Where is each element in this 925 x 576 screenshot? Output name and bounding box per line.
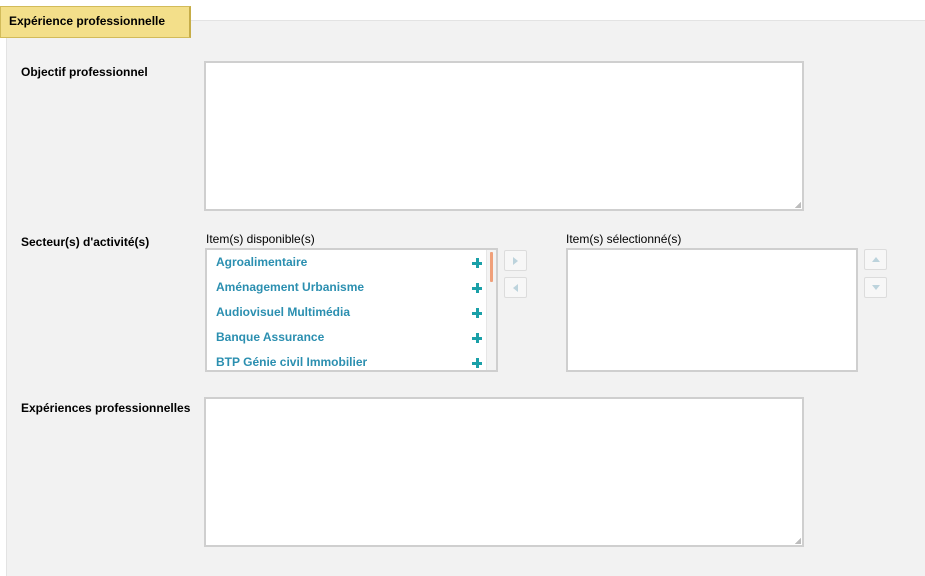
- move-right-button[interactable]: [504, 250, 527, 271]
- plus-icon[interactable]: [472, 333, 482, 343]
- sectors-label: Secteur(s) d'activité(s): [21, 235, 150, 249]
- experiences-label: Expériences professionnelles: [21, 401, 191, 415]
- arrow-down-icon: [872, 285, 880, 290]
- selected-items-list[interactable]: [566, 248, 858, 372]
- list-item-label: Banque Assurance: [216, 330, 325, 344]
- list-item[interactable]: Audiovisuel Multimédia: [207, 300, 496, 325]
- list-item[interactable]: Aménagement Urbanisme: [207, 275, 496, 300]
- arrow-left-icon: [513, 284, 518, 292]
- plus-icon[interactable]: [472, 283, 482, 293]
- objective-textarea[interactable]: [204, 61, 804, 211]
- available-items-title: Item(s) disponible(s): [206, 232, 315, 246]
- list-item-label: Aménagement Urbanisme: [216, 280, 365, 294]
- plus-icon[interactable]: [472, 308, 482, 318]
- move-left-button[interactable]: [504, 277, 527, 298]
- objective-label: Objectif professionnel: [21, 65, 148, 79]
- list-item-label: Audiovisuel Multimédia: [216, 305, 351, 319]
- selected-items-title: Item(s) sélectionné(s): [566, 232, 682, 246]
- arrow-right-icon: [513, 257, 518, 265]
- arrow-up-icon: [872, 257, 880, 262]
- list-item[interactable]: BTP Génie civil Immobilier: [207, 350, 496, 370]
- experiences-resize-grip[interactable]: [795, 538, 801, 544]
- move-up-button[interactable]: [864, 249, 887, 270]
- objective-resize-grip[interactable]: [795, 202, 801, 208]
- list-item-label: BTP Génie civil Immobilier: [216, 355, 368, 369]
- plus-icon[interactable]: [472, 258, 482, 268]
- available-items-list[interactable]: Agroalimentaire Aménagement Urbanisme Audi…: [205, 248, 498, 372]
- experiences-textarea[interactable]: [204, 397, 804, 547]
- plus-icon[interactable]: [472, 358, 482, 368]
- available-list-scrollbar[interactable]: [486, 250, 496, 370]
- list-item[interactable]: Agroalimentaire: [207, 250, 496, 275]
- section-tab[interactable]: Expérience professionnelle: [0, 6, 191, 38]
- scroll-thumb[interactable]: [490, 252, 493, 282]
- list-item[interactable]: Banque Assurance: [207, 325, 496, 350]
- list-item-label: Agroalimentaire: [216, 255, 308, 269]
- move-down-button[interactable]: [864, 277, 887, 298]
